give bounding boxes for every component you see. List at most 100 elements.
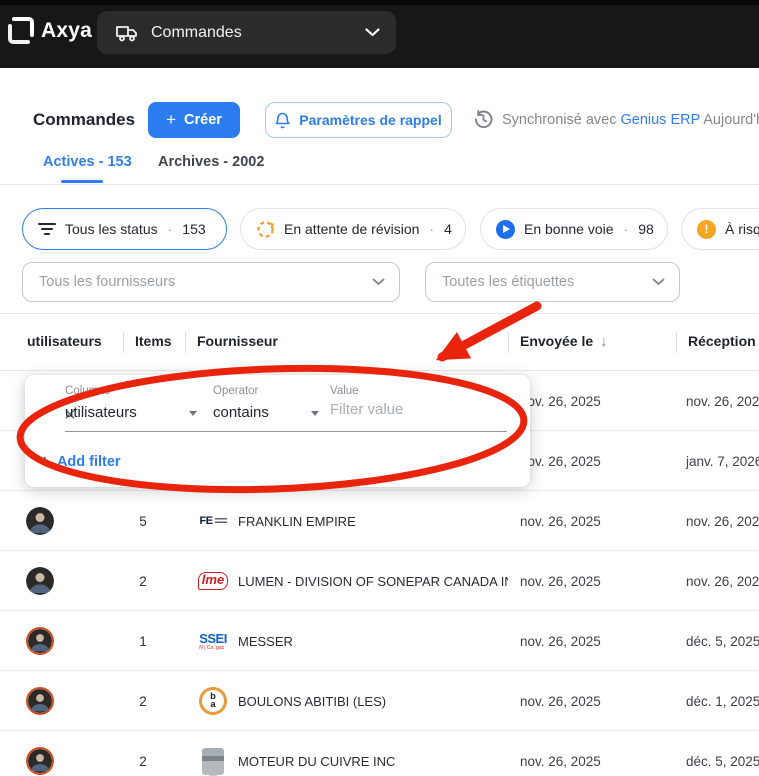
brand-name: Axya (41, 19, 92, 43)
topbar: Axya Commandes (0, 0, 759, 68)
user-avatar (26, 627, 54, 655)
reception-date-cell: nov. 26, 2025 (686, 551, 759, 611)
column-divider (676, 332, 677, 353)
tab-actives[interactable]: Actives - 153 (43, 154, 132, 170)
supplier-filter-value: Tous les fournisseurs (39, 274, 372, 290)
on-track-icon (496, 220, 515, 239)
table-row[interactable]: 2 lmeLUMEN - DIVISION OF SONEPAR CANADA I… (0, 551, 759, 611)
user-avatar (26, 687, 54, 715)
table-header: utilisateurs Items Fournisseur Envoyée l… (0, 314, 759, 371)
operator-field-label: Operator (213, 385, 258, 397)
erp-link[interactable]: Genius ERP (620, 112, 700, 128)
column-divider (185, 332, 186, 353)
moteur-logo (196, 743, 230, 776)
sync-status: Synchronisé avec Genius ERP Aujourd'hui (474, 110, 759, 129)
sync-icon (474, 110, 493, 129)
boulons-logo: ba (196, 683, 230, 719)
supplier-filter-select[interactable]: Tous les fournisseurs (22, 262, 400, 302)
axya-logo-icon (8, 17, 34, 44)
topbar-strip (0, 0, 759, 5)
create-button[interactable]: + Créer (148, 102, 240, 138)
reminder-settings-button[interactable]: Paramètres de rappel (265, 102, 452, 138)
chip-count: 98 (638, 221, 654, 237)
table-row[interactable]: 2MOTEUR DU CUIVRE INCnov. 26, 2025déc. 5… (0, 731, 759, 776)
items-count-cell: 1 (123, 611, 163, 671)
bell-icon (275, 112, 290, 129)
reception-date-cell: nov. 26, 2025 (686, 491, 759, 551)
operator-select[interactable]: contains (213, 404, 269, 421)
page-title: Commandes (33, 110, 135, 130)
at-risk-icon: ! (697, 220, 716, 239)
user-avatar (26, 567, 54, 595)
status-chip-pending-review[interactable]: En attente de révision · 4 (240, 208, 466, 250)
column-divider (508, 332, 509, 353)
module-switcher[interactable]: Commandes (97, 11, 396, 54)
status-chip-all[interactable]: Tous les status · 153 (22, 208, 227, 250)
column-divider (123, 332, 124, 353)
add-filter-button[interactable]: + Add filter (40, 452, 121, 472)
supplier-name: BOULONS ABITIBI (LES) (238, 694, 386, 709)
column-header-supplier[interactable]: Fournisseur (197, 333, 278, 349)
plus-icon: + (166, 110, 176, 130)
sent-date-cell: nov. 26, 2025 (520, 371, 601, 431)
reminder-settings-label: Paramètres de rappel (299, 112, 441, 128)
supplier-cell: MOTEUR DU CUIVRE INC (196, 731, 508, 776)
user-avatar (26, 507, 54, 535)
messer-logo: SSEIN | Co. gaz (196, 623, 230, 659)
sent-date-cell: nov. 26, 2025 (520, 611, 601, 671)
tab-archives[interactable]: Archives - 2002 (158, 154, 264, 170)
franklin-empire-logo: FE (196, 503, 230, 539)
filter-panel: ✕ Columns utilisateurs Operator contains… (25, 375, 530, 487)
reception-date-cell: déc. 1, 2025 (686, 671, 759, 731)
module-switcher-label: Commandes (151, 24, 242, 42)
tags-filter-select[interactable]: Toutes les étiquettes (425, 262, 680, 302)
reception-date-cell: janv. 7, 2026 (686, 431, 759, 491)
supplier-cell: lmeLUMEN - DIVISION OF SONEPAR CANADA IN… (196, 551, 508, 611)
lumen-logo: lme (196, 563, 230, 599)
sent-date-cell: nov. 26, 2025 (520, 671, 601, 731)
items-count-cell: 2 (123, 551, 163, 611)
tags-filter-value: Toutes les étiquettes (442, 274, 652, 290)
filter-value-input[interactable] (330, 401, 510, 418)
items-count-cell: 2 (123, 731, 163, 776)
pending-review-icon (256, 220, 275, 239)
items-count-cell: 2 (123, 671, 163, 731)
status-chip-at-risk[interactable]: ! À risque (681, 208, 759, 250)
sync-text: Synchronisé avec Genius ERP Aujourd'hui (502, 112, 759, 128)
sent-date-cell: nov. 26, 2025 (520, 431, 601, 491)
items-count-cell: 5 (123, 491, 163, 551)
truck-icon (115, 23, 139, 43)
reception-date-cell: nov. 26, 2025 (686, 371, 759, 431)
column-header-sent[interactable]: Envoyée le↓ (520, 333, 608, 350)
column-header-items[interactable]: Items (135, 333, 172, 349)
value-field-label: Value (330, 385, 359, 397)
status-chip-on-track[interactable]: En bonne voie · 98 (480, 208, 668, 250)
create-button-label: Créer (184, 112, 222, 128)
chip-separator: · (624, 221, 629, 237)
chip-label: Tous les status (65, 221, 158, 237)
reception-date-cell: déc. 5, 2025 (686, 611, 759, 671)
supplier-name: FRANKLIN EMPIRE (238, 514, 356, 529)
table-row[interactable]: 5 FE FRANKLIN EMPIRE nov. 26, 2025 nov. 26, … (0, 491, 759, 551)
column-header-reception[interactable]: Réception requise (688, 333, 759, 349)
columns-field-label: Columns (65, 385, 110, 397)
filter-icon (38, 222, 56, 236)
plus-icon: + (40, 452, 50, 472)
table-row[interactable]: 1SSEIN | Co. gazMESSERnov. 26, 2025déc. … (0, 611, 759, 671)
table-row[interactable]: 2 ba BOULONS ABITIBI (LES) nov. 26, 2025 déc… (0, 671, 759, 731)
column-header-users[interactable]: utilisateurs (27, 333, 102, 349)
sent-date-cell: nov. 26, 2025 (520, 491, 601, 551)
brand-logo: Axya (8, 17, 92, 44)
select-arrow-icon[interactable] (189, 411, 197, 416)
select-arrow-icon[interactable] (311, 411, 319, 416)
commandes-page: Axya Commandes Commandes + Créer Paramèt… (0, 0, 759, 776)
chip-separator: · (429, 221, 434, 237)
columns-select[interactable]: utilisateurs (65, 404, 137, 421)
chip-label: À risque (725, 221, 759, 237)
sent-date-cell: nov. 26, 2025 (520, 731, 601, 776)
supplier-name: MOTEUR DU CUIVRE INC (238, 754, 395, 769)
chevron-down-icon (365, 28, 380, 37)
chip-label: En attente de révision (284, 221, 419, 237)
chip-label: En bonne voie (524, 221, 614, 237)
field-underline (65, 431, 507, 432)
